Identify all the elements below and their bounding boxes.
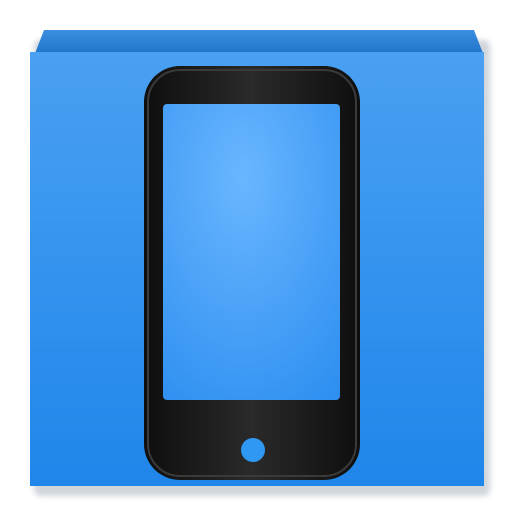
- home-button-icon: [241, 438, 265, 462]
- smartphone-icon: [30, 30, 490, 496]
- phone-app-icon[interactable]: [0, 0, 512, 512]
- icon-canvas: [0, 0, 512, 512]
- phone-screen: [163, 104, 340, 400]
